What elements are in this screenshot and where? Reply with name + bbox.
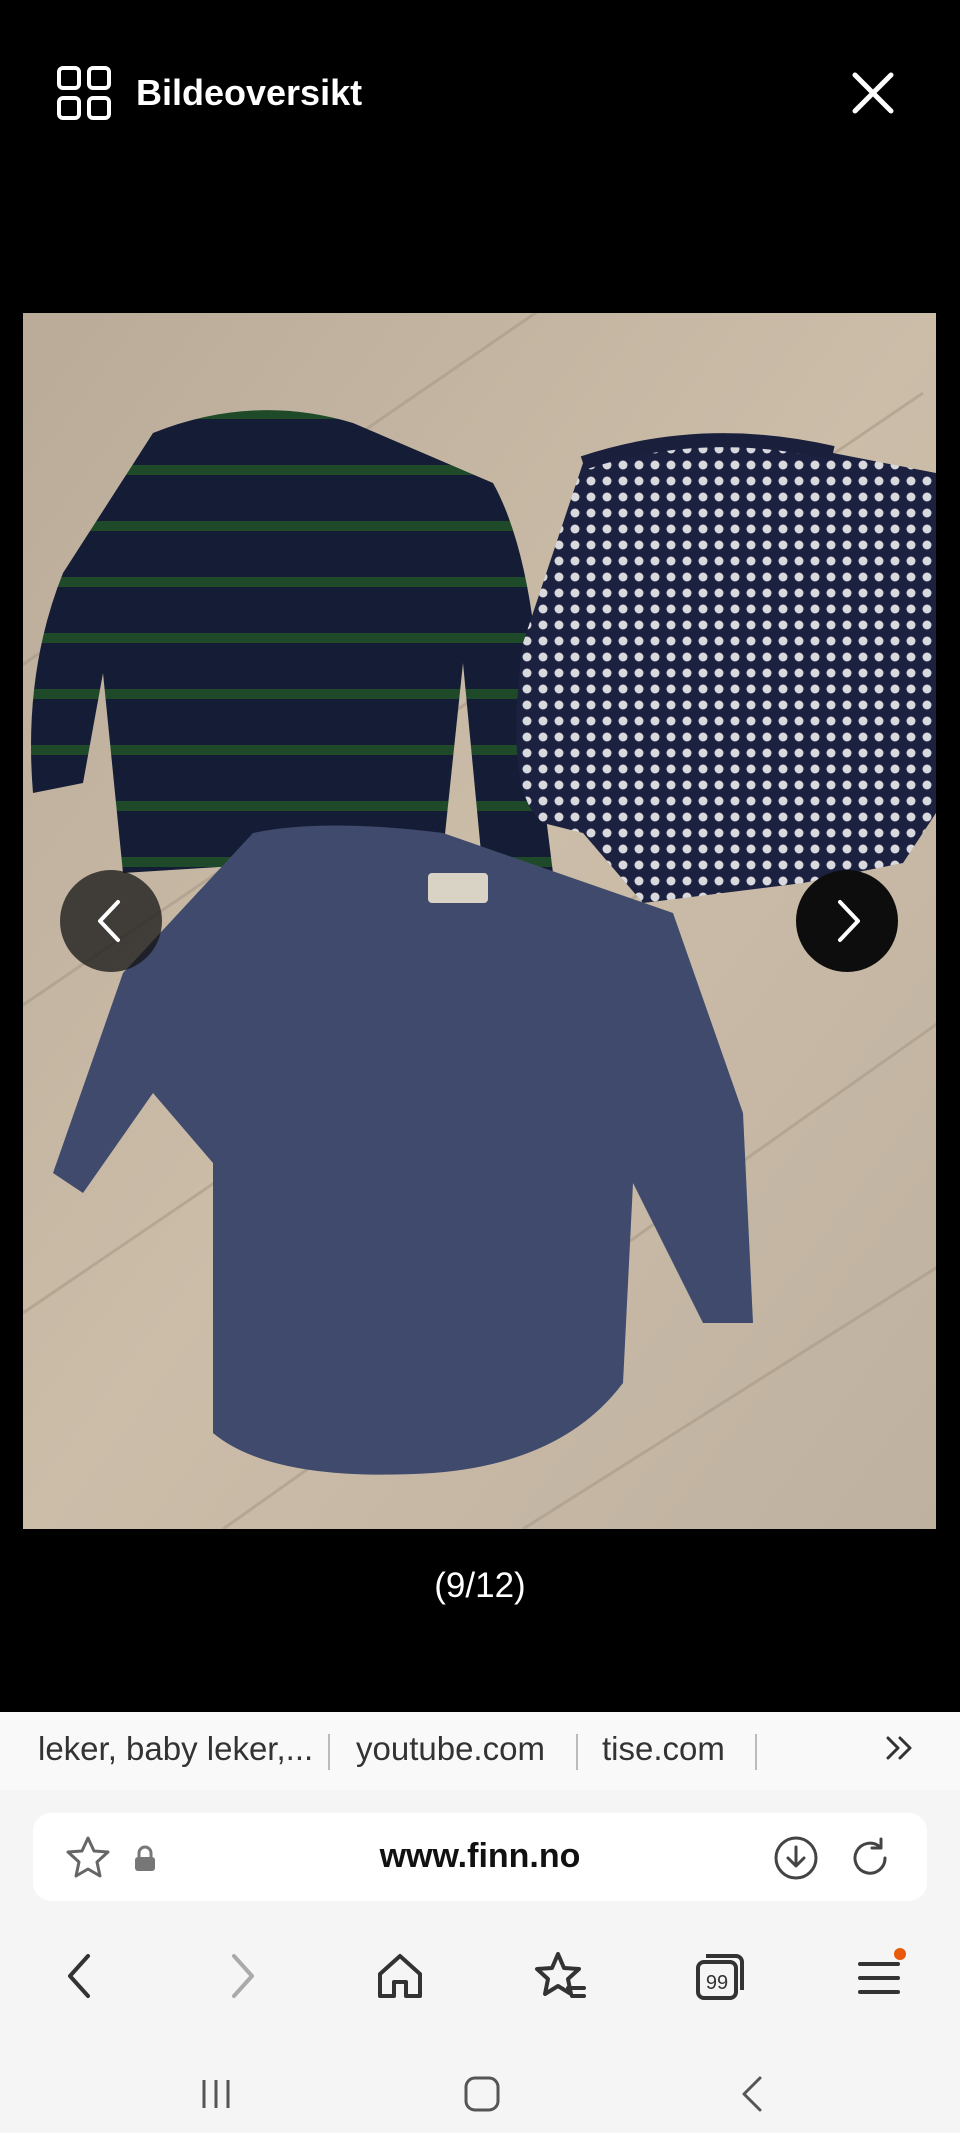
recent-apps-icon[interactable] [196, 2074, 236, 2114]
quick-link[interactable]: youtube.com [356, 1730, 545, 1768]
home-icon[interactable] [372, 1948, 428, 2004]
forward-icon[interactable] [214, 1948, 270, 2004]
image-viewer: Bildeoversikt (9/12) [0, 0, 960, 1712]
close-icon[interactable] [850, 70, 896, 116]
divider [328, 1734, 330, 1770]
home-button-icon[interactable] [462, 2074, 502, 2114]
previous-image-button[interactable] [60, 870, 162, 972]
quick-links-bar: leker, baby leker,... youtube.com tise.c… [0, 1712, 960, 1790]
divider [755, 1734, 757, 1770]
viewer-header: Bildeoversikt [0, 58, 960, 128]
menu-icon[interactable] [852, 1948, 908, 2004]
browser-toolbar: 99 [0, 1930, 960, 2022]
browser-chrome: leker, baby leker,... youtube.com tise.c… [0, 1712, 960, 2133]
bookmarks-icon[interactable] [532, 1948, 588, 2004]
download-icon[interactable] [773, 1835, 819, 1881]
grid-overview-icon[interactable] [57, 66, 111, 120]
address-bar[interactable]: www.finn.no [33, 1813, 927, 1901]
system-back-icon[interactable] [732, 2074, 772, 2114]
back-icon[interactable] [52, 1948, 108, 2004]
svg-text:99: 99 [706, 1972, 728, 1994]
quick-link[interactable]: tise.com [602, 1730, 725, 1768]
chevron-right-icon [838, 900, 860, 942]
next-image-button[interactable] [796, 870, 898, 972]
chevron-left-icon [98, 900, 120, 942]
divider [576, 1734, 578, 1770]
viewer-title: Bildeoversikt [136, 72, 363, 113]
tabs-icon[interactable]: 99 [692, 1948, 748, 2004]
double-chevron-right-icon[interactable] [884, 1732, 916, 1764]
quick-link[interactable]: leker, baby leker,... [38, 1730, 313, 1768]
image-counter: (9/12) [434, 1566, 526, 1605]
reload-icon[interactable] [847, 1835, 893, 1881]
system-navigation-bar [0, 2060, 960, 2133]
